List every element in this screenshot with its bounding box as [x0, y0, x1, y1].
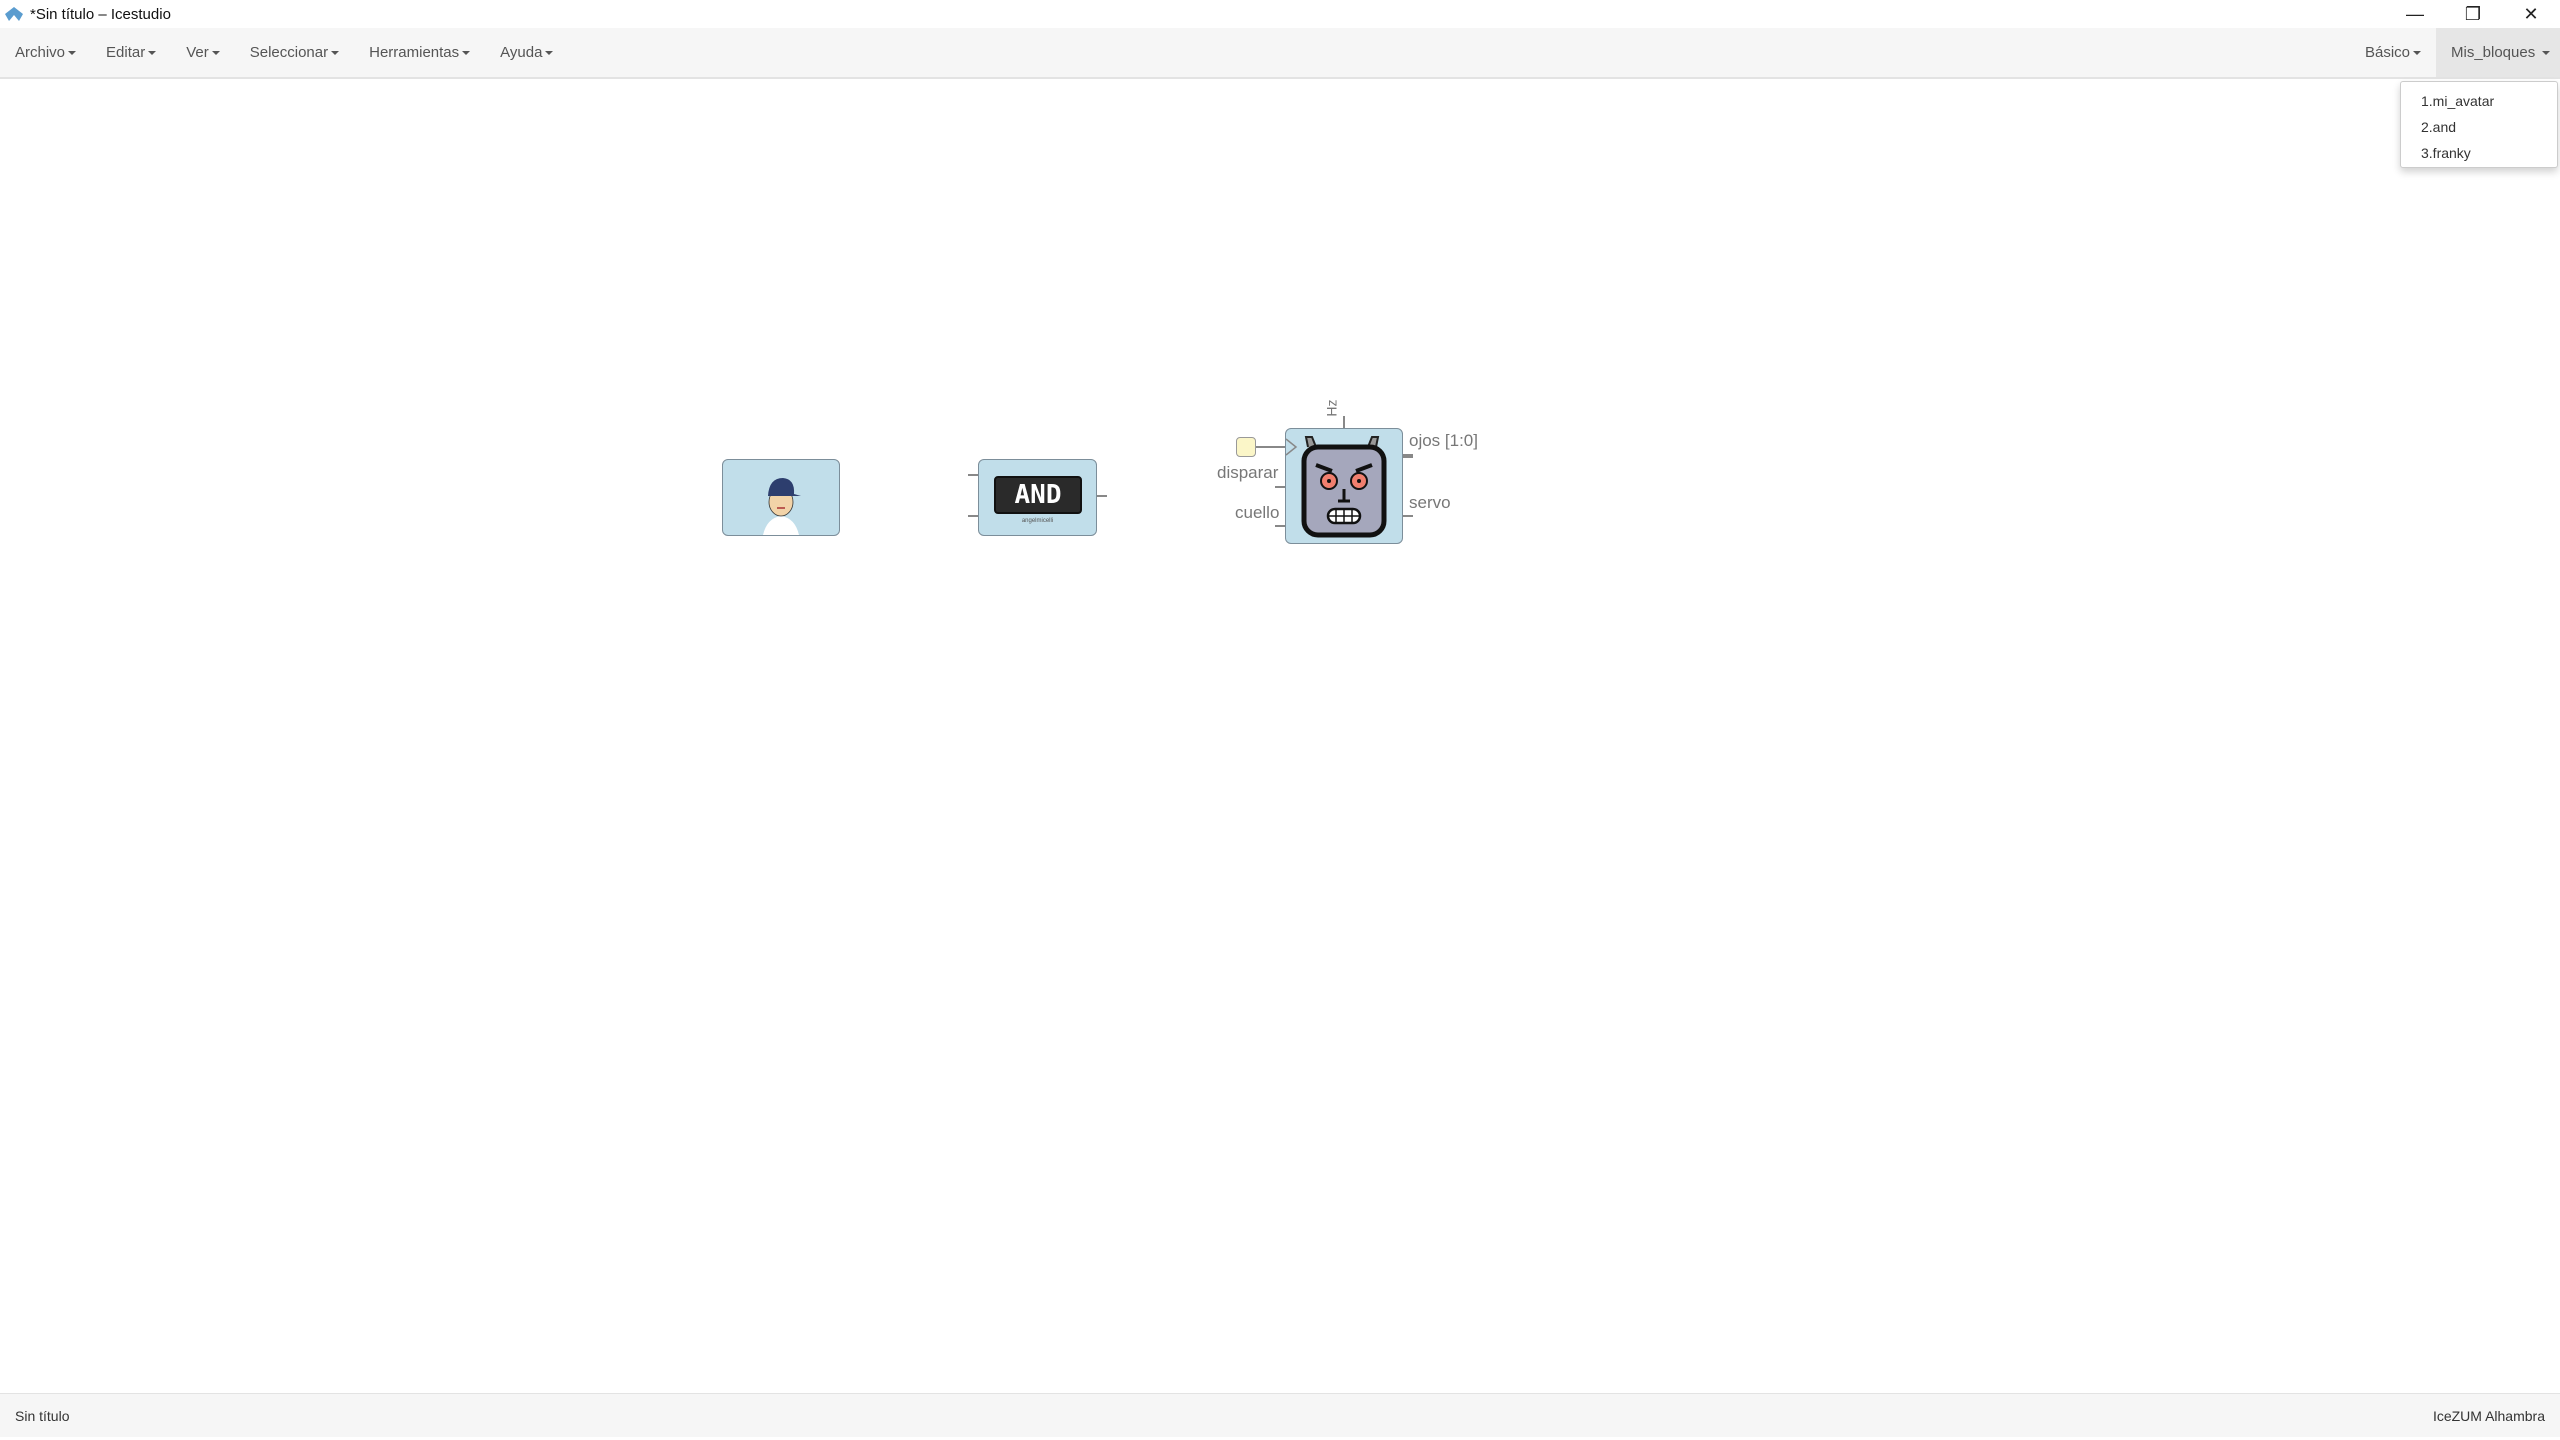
- caret-down-icon: [68, 50, 77, 55]
- window-title: *Sin título – Icestudio: [30, 5, 171, 23]
- menu-archivo[interactable]: Archivo: [0, 28, 91, 77]
- and-author: angelmicelli: [1021, 518, 1054, 524]
- caret-down-icon: [148, 50, 157, 55]
- output-port-servo[interactable]: [1403, 515, 1413, 517]
- caret-down-icon: [331, 50, 340, 55]
- menu-mis-bloques[interactable]: Mis_bloques: [2436, 28, 2560, 77]
- output-label-servo: servo: [1409, 493, 1451, 512]
- title-bar: *Sin título – Icestudio — ❐ ✕: [0, 0, 2560, 28]
- and-chip-text: AND: [1014, 480, 1062, 510]
- and-input-port-b[interactable]: [968, 515, 978, 517]
- status-bar: Sin título IceZUM Alhambra: [0, 1393, 2560, 1437]
- icestudio-logo-icon: [5, 7, 23, 21]
- minimize-button[interactable]: —: [2386, 0, 2444, 28]
- menu-label: Herramientas: [369, 44, 460, 61]
- output-port-ojos[interactable]: [1403, 454, 1413, 458]
- status-filename: Sin título: [15, 1408, 70, 1424]
- and-input-port-a[interactable]: [968, 474, 978, 476]
- trigger-input-pin[interactable]: [1236, 437, 1256, 457]
- menu-ayuda[interactable]: Ayuda: [485, 28, 568, 77]
- input-label-disparar: disparar: [1217, 463, 1279, 482]
- and-output-port[interactable]: [1097, 495, 1107, 497]
- menu-label: Seleccionar: [249, 44, 329, 61]
- dropdown-item-franky[interactable]: 3.franky: [2401, 140, 2557, 166]
- wire: [1256, 446, 1286, 448]
- dropdown-item-mi-avatar[interactable]: 1.mi_avatar: [2401, 88, 2557, 114]
- caret-down-icon: [462, 50, 471, 55]
- dropdown-item-and[interactable]: 2.and: [2401, 114, 2557, 140]
- caret-down-icon: [545, 50, 554, 55]
- menu-bar: Archivo Editar Ver Seleccionar Herramien…: [0, 28, 2560, 79]
- franky-robot-icon: [1285, 436, 1387, 538]
- hz-param-port[interactable]: [1343, 416, 1345, 428]
- menu-label: Archivo: [15, 44, 66, 61]
- output-label-ojos: ojos [1:0]: [1409, 431, 1478, 450]
- caret-down-icon: [211, 50, 220, 55]
- menu-label: Ayuda: [500, 44, 543, 61]
- input-port-cuello[interactable]: [1275, 525, 1285, 527]
- menu-editar[interactable]: Editar: [91, 28, 171, 77]
- caret-down-icon: [2542, 50, 2551, 55]
- mi-avatar-block[interactable]: [722, 459, 840, 536]
- menu-basico[interactable]: Básico: [2350, 28, 2436, 77]
- franky-block[interactable]: [1285, 428, 1403, 544]
- menu-label: Ver: [186, 44, 209, 61]
- input-label-cuello: cuello: [1235, 503, 1280, 522]
- menu-herramientas[interactable]: Herramientas: [354, 28, 485, 77]
- menu-label: Mis_bloques: [2451, 44, 2536, 61]
- hz-param-label: Hz: [1323, 399, 1340, 417]
- menu-seleccionar[interactable]: Seleccionar: [235, 28, 354, 77]
- avatar-image: [763, 478, 801, 535]
- status-board[interactable]: IceZUM Alhambra: [2433, 1408, 2545, 1424]
- mis-bloques-dropdown: 1.mi_avatar 2.and 3.franky: [2400, 81, 2558, 168]
- menu-ver[interactable]: Ver: [171, 28, 235, 77]
- and-block[interactable]: AND angelmicelli: [978, 459, 1097, 536]
- menu-label: Editar: [106, 44, 146, 61]
- and-chip-icon: AND: [994, 476, 1082, 514]
- input-port-disparar[interactable]: [1275, 486, 1285, 488]
- caret-down-icon: [2413, 50, 2421, 55]
- close-button[interactable]: ✕: [2502, 0, 2560, 28]
- restore-button[interactable]: ❐: [2444, 0, 2502, 28]
- menu-label: Básico: [2364, 44, 2410, 61]
